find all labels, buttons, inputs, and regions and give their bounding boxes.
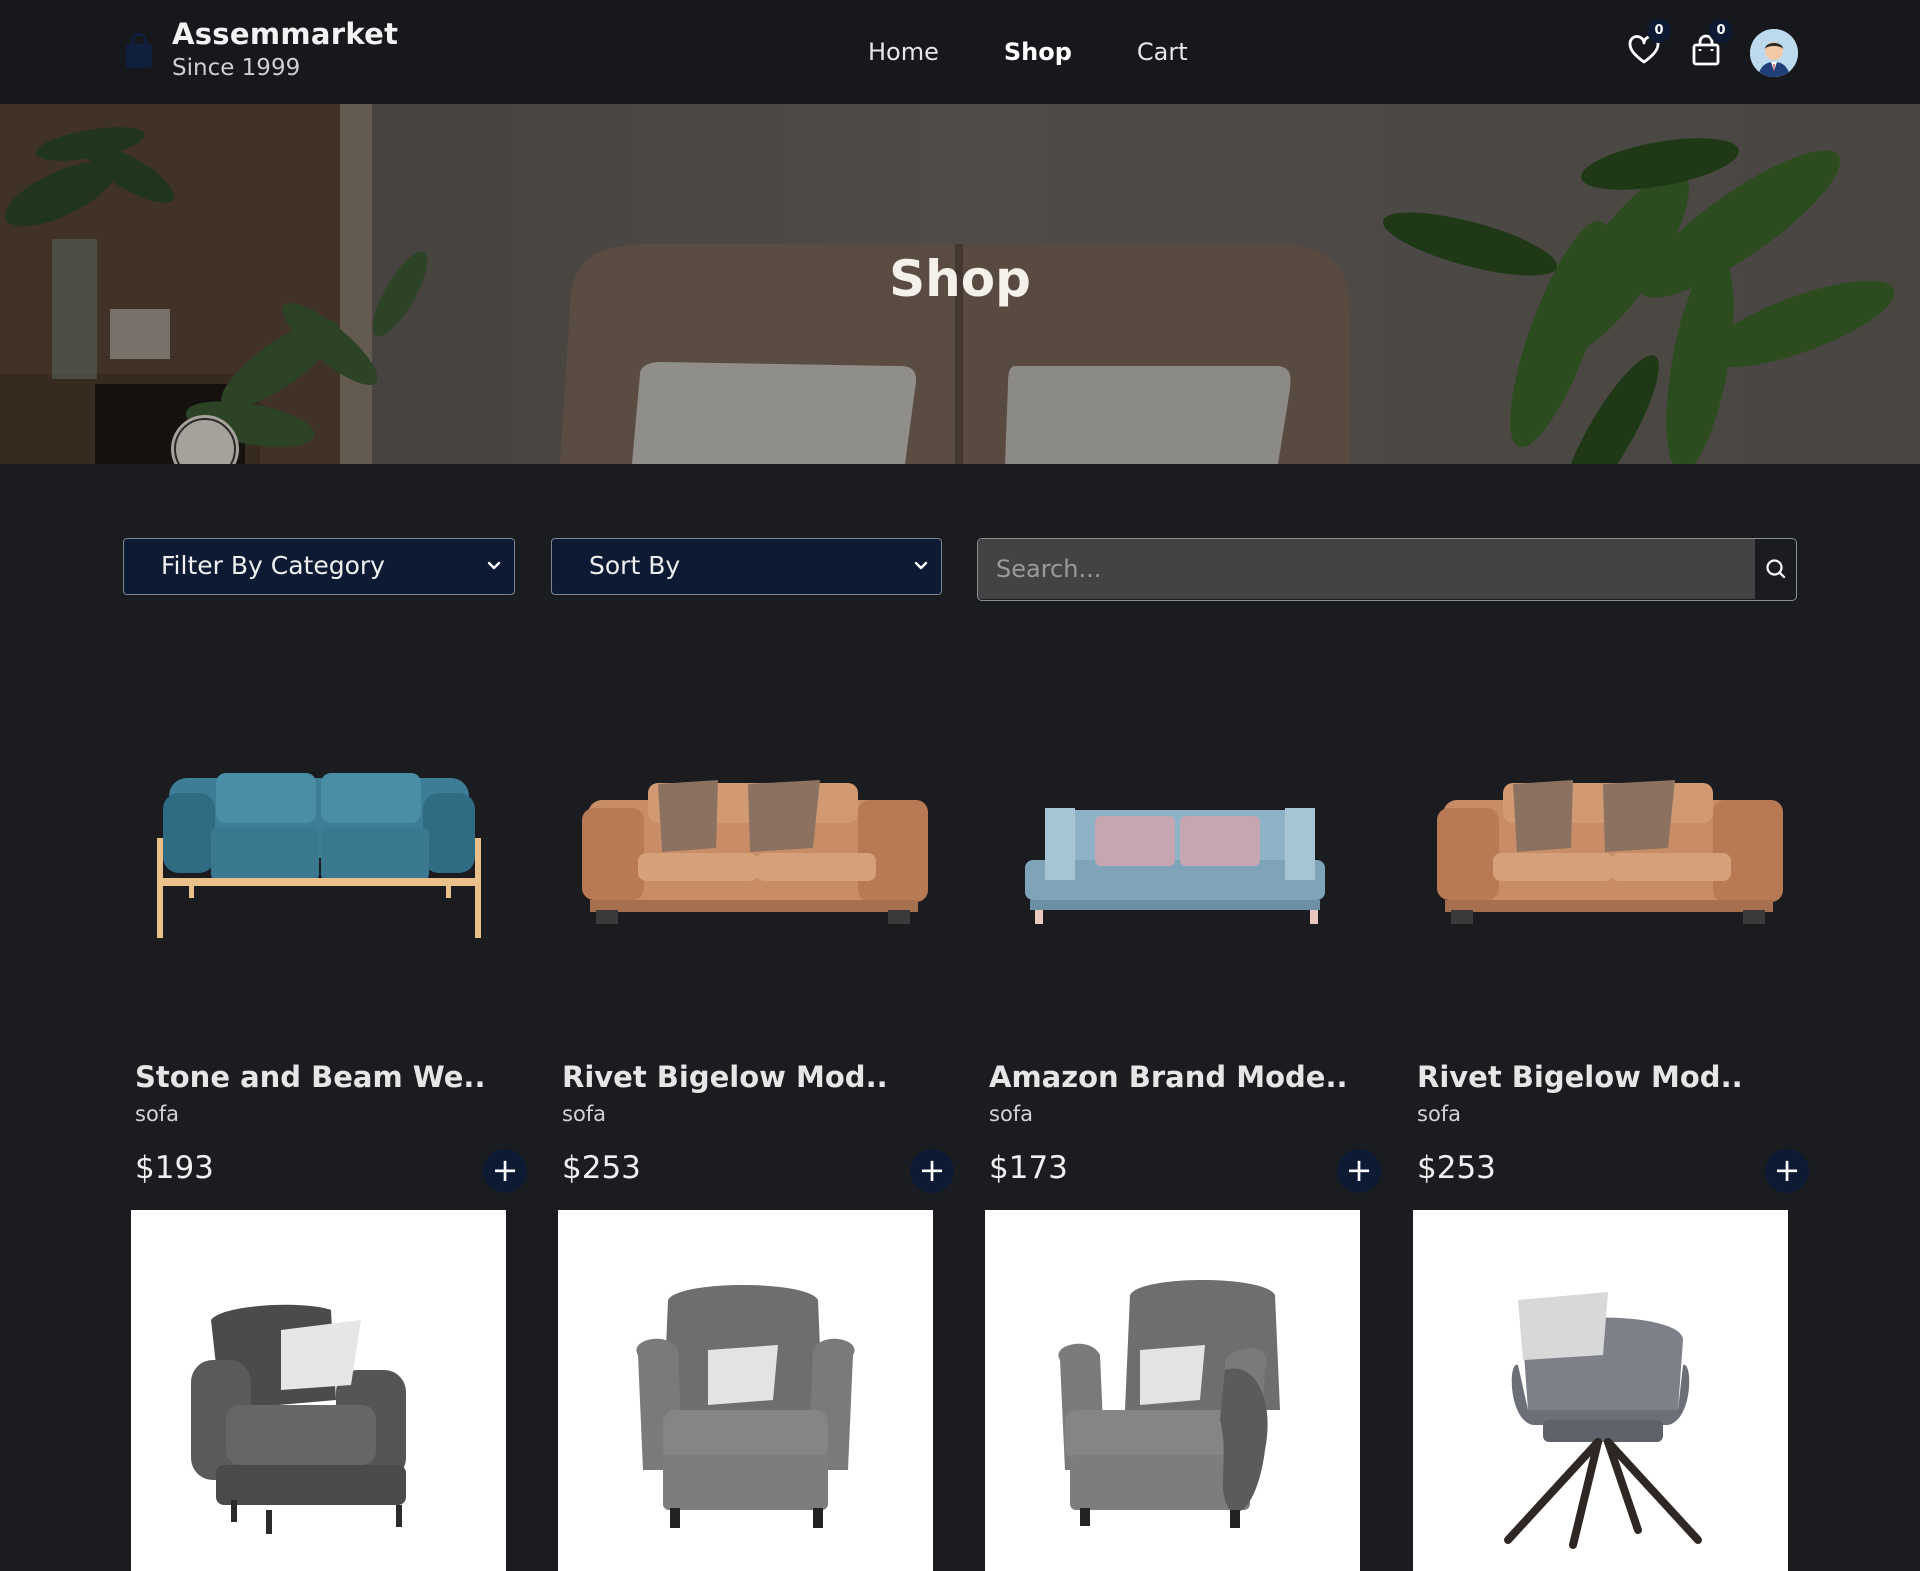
product-price: $253 [1417,1150,1496,1186]
product-card[interactable]: Rivet Bigelow Mod.. sofa $253 + [1413,688,1809,1193]
page-title: Shop [889,250,1031,308]
add-to-cart-button[interactable]: + [1337,1149,1381,1193]
product-image-blue-sofa [1025,808,1325,924]
search-icon [1766,559,1786,579]
product-card[interactable] [985,1210,1360,1571]
brand-tagline: Since 1999 [172,55,301,81]
user-avatar-icon [1750,29,1798,77]
search-input[interactable] [978,539,1755,599]
plus-icon: + [918,1151,946,1189]
chevron-down-icon [487,561,501,570]
sort-label: Sort By [589,551,681,580]
brand-name: Assemmarket [172,17,399,51]
product-name[interactable]: Rivet Bigelow Mod.. [562,1060,888,1094]
product-price: $173 [989,1150,1068,1186]
product-card[interactable]: Rivet Bigelow Mod.. sofa $253 + [558,688,954,1193]
product-name[interactable]: Rivet Bigelow Mod.. [1417,1060,1743,1094]
product-price: $253 [562,1150,641,1186]
plus-icon: + [1773,1151,1801,1189]
product-card[interactable] [1413,1210,1788,1571]
plus-icon: + [1345,1151,1373,1189]
product-price: $193 [135,1150,214,1186]
product-category: sofa [562,1102,607,1126]
search-button[interactable] [1756,539,1796,599]
product-category: sofa [989,1102,1034,1126]
product-image-tan-sofa [582,780,928,924]
wishlist-count-badge: 0 [1647,19,1671,43]
brand-logo[interactable]: Assemmarket Since 1999 [124,16,398,84]
avatar[interactable] [1750,29,1798,77]
product-name[interactable]: Amazon Brand Mode.. [989,1060,1348,1094]
product-image-swivel-chair [1504,1292,1702,1549]
search-bar [977,538,1797,601]
wishlist-button[interactable]: 0 [1627,19,1671,67]
category-filter-select[interactable]: Filter By Category [123,538,515,595]
cart-button[interactable]: 0 [1689,19,1733,67]
product-image-wingback-chair-throw [1058,1280,1280,1528]
product-card[interactable] [131,1210,506,1571]
product-image-teal-sofa [157,773,481,938]
add-to-cart-button[interactable]: + [1765,1149,1809,1193]
plus-icon: + [491,1151,519,1189]
add-to-cart-button[interactable]: + [483,1149,527,1193]
product-category: sofa [1417,1102,1462,1126]
add-to-cart-button[interactable]: + [910,1149,954,1193]
category-filter-label: Filter By Category [161,551,385,580]
cart-count-badge: 0 [1709,19,1733,43]
product-image-tan-sofa [1437,780,1783,924]
shopping-bag-icon [126,32,152,68]
product-category: sofa [135,1102,180,1126]
product-image-wingback-chair [636,1285,855,1528]
product-card[interactable] [558,1210,933,1571]
nav-cart[interactable]: Cart [1137,36,1188,68]
sort-select[interactable]: Sort By [551,538,942,595]
product-image-armchair [191,1304,406,1534]
nav-home[interactable]: Home [868,36,939,68]
nav-shop[interactable]: Shop [1004,36,1072,68]
product-card[interactable]: Amazon Brand Mode.. sofa $173 + [985,688,1381,1193]
product-name[interactable]: Stone and Beam We.. [135,1060,485,1094]
header: Assemmarket Since 1999 Home Shop Cart 0 … [0,0,1920,104]
main-nav: Home Shop Cart [868,36,1253,68]
chevron-down-icon [914,561,928,570]
product-card[interactable]: Stone and Beam We.. sofa $193 + [131,688,527,1193]
hero-banner: Shop [0,104,1920,464]
